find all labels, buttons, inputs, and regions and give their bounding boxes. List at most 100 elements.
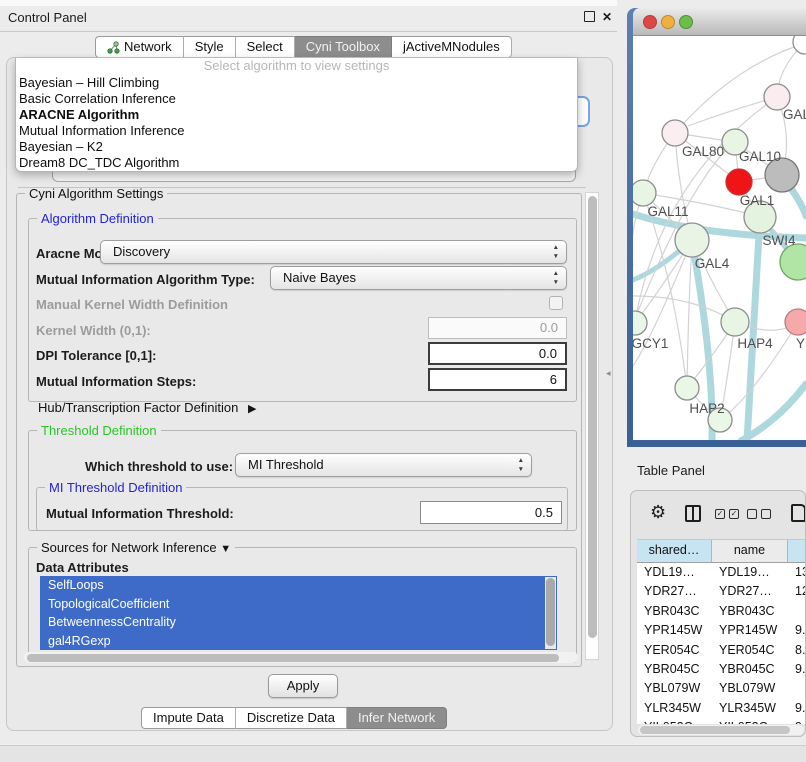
table-row[interactable]: YBR045CYBR045C9. xyxy=(637,660,806,679)
cyni-bottom-tabbar: Impute Data Discretize Data Infer Networ… xyxy=(141,707,447,729)
tab-impute-data[interactable]: Impute Data xyxy=(141,707,236,729)
which-threshold-select[interactable]: MI Threshold ▲▼ xyxy=(235,453,532,477)
algorithm-option[interactable]: Bayesian – K2 xyxy=(16,139,577,155)
minimize-traffic-icon[interactable] xyxy=(662,16,675,29)
algorithm-option[interactable]: Basic Correlation Inference xyxy=(16,91,577,107)
node-label: GAL80 xyxy=(682,144,724,159)
column-header-name[interactable]: name xyxy=(712,540,788,562)
table-row[interactable]: YIL052CYIL052C9. xyxy=(637,718,806,724)
float-window-icon[interactable] xyxy=(584,11,595,22)
table-row[interactable]: YDR27…YDR27…12 xyxy=(637,582,806,601)
node[interactable] xyxy=(793,36,806,54)
tab-network[interactable]: Network xyxy=(95,36,184,58)
manual-kernel-width-label: Manual Kernel Width Definition xyxy=(36,297,228,312)
settings-hscrollbar-thumb[interactable] xyxy=(27,654,559,662)
chevron-updown-icon: ▲▼ xyxy=(553,243,559,261)
attribute-item-selected[interactable]: BetweennessCentrality xyxy=(40,613,557,632)
mi-threshold-label: Mutual Information Threshold: xyxy=(46,506,234,521)
collapse-down-icon: ▼ xyxy=(220,543,231,555)
node-gal11[interactable] xyxy=(633,180,656,206)
attributes-scrollbar-thumb[interactable] xyxy=(546,578,555,646)
node-green[interactable] xyxy=(780,244,806,280)
node-label: SWI4 xyxy=(762,233,795,248)
deselect-all-icon[interactable] xyxy=(747,509,771,519)
node-hap2[interactable] xyxy=(675,376,699,400)
settings-scrollbar-thumb[interactable] xyxy=(588,196,597,638)
attribute-item-selected[interactable]: TopologicalCoefficient xyxy=(40,595,557,614)
table-row[interactable]: YDL19…YDL19…13 xyxy=(637,563,806,582)
table-header-row: shared… name A xyxy=(637,540,806,563)
table-row[interactable]: YBL079WYBL079W xyxy=(637,679,806,698)
tab-network-label: Network xyxy=(124,36,172,58)
panel-collapse-icon[interactable]: ◂ xyxy=(606,368,611,379)
new-column-icon[interactable] xyxy=(791,504,806,522)
algorithm-option-selected[interactable]: ARACNE Algorithm xyxy=(16,107,577,123)
manual-kernel-width-checkbox[interactable] xyxy=(549,296,563,310)
table-hscrollbar-thumb[interactable] xyxy=(640,726,790,734)
column-header-partial[interactable]: A xyxy=(788,540,806,562)
dpi-tolerance-label: DPI Tolerance [0,1]: xyxy=(36,348,156,363)
node-pink[interactable] xyxy=(785,309,806,335)
attribute-item-selected[interactable]: gal4RGexp xyxy=(40,632,557,651)
node-table: shared… name A YDL19…YDL19…13 YDR27…YDR2… xyxy=(637,539,806,724)
settings-scrollbar[interactable] xyxy=(585,192,599,660)
zoom-traffic-icon[interactable] xyxy=(680,16,693,29)
dpi-tolerance-field[interactable]: 0.0 xyxy=(428,342,567,365)
gear-icon[interactable]: ⚙ xyxy=(650,502,666,523)
sources-group-title[interactable]: Sources for Network Inference ▼ xyxy=(37,540,235,555)
tab-jactivemnodules[interactable]: jActiveMNodules xyxy=(392,36,512,58)
traffic-lights xyxy=(633,8,695,36)
close-icon[interactable]: ✕ xyxy=(602,10,612,24)
tab-infer-network[interactable]: Infer Network xyxy=(347,707,447,729)
node-gal80[interactable] xyxy=(662,120,688,146)
algorithm-option[interactable]: Dream8 DC_TDC Algorithm xyxy=(16,155,577,171)
node-gal4[interactable] xyxy=(675,223,709,257)
table-hscrollbar[interactable] xyxy=(638,725,804,735)
algorithm-option[interactable]: Mutual Information Inference xyxy=(16,123,577,139)
mi-threshold-field[interactable]: 0.5 xyxy=(420,501,562,524)
tab-select[interactable]: Select xyxy=(236,36,295,58)
node-gcy1[interactable] xyxy=(633,311,647,335)
network-canvas[interactable]: GAL GAL80 GAL10 GAL1 GAL11 SWI4 GAL4 GCY… xyxy=(633,36,806,440)
table-row[interactable]: YBR043CYBR043C xyxy=(637,602,806,621)
node-label: GCY1 xyxy=(633,336,668,351)
kernel-width-label: Kernel Width (0,1): xyxy=(36,323,151,338)
tab-cyni-toolbox[interactable]: Cyni Toolbox xyxy=(295,36,392,58)
attributes-scrollbar[interactable] xyxy=(545,577,556,649)
select-all-icon[interactable]: ✓✓ xyxy=(715,509,739,519)
network-window-titlebar[interactable] xyxy=(633,8,806,36)
hub-definition-toggle[interactable]: Hub/Transcription Factor Definition ▶ xyxy=(38,400,256,415)
table-row[interactable]: YER054CYER054C8. xyxy=(637,641,806,660)
mi-steps-label: Mutual Information Steps: xyxy=(36,374,196,389)
expand-right-icon: ▶ xyxy=(248,402,256,415)
node-label: HAP2 xyxy=(689,401,724,416)
table-panel-window: ⚙ ✓✓ shared… name A YDL19…YDL19…13 YDR27… xyxy=(630,490,806,737)
column-header-shared[interactable]: shared… xyxy=(637,540,712,562)
network-graph: GAL GAL80 GAL10 GAL1 GAL11 SWI4 GAL4 GCY… xyxy=(633,36,806,440)
attribute-item-selected[interactable]: SelfLoops xyxy=(40,576,557,595)
node-label: GAL xyxy=(783,107,806,122)
settings-group-title: Cyni Algorithm Settings xyxy=(25,186,167,201)
kernel-width-field[interactable]: 0.0 xyxy=(428,317,567,339)
close-traffic-icon[interactable] xyxy=(644,16,657,29)
algorithm-definition-title: Algorithm Definition xyxy=(37,211,158,226)
algorithm-option[interactable]: Bayesian – Hill Climbing xyxy=(16,75,577,91)
mi-algorithm-type-select[interactable]: Naive Bayes ▲▼ xyxy=(270,266,567,290)
application-root: Control Panel ✕ Network Style Select Cyn… xyxy=(0,0,806,762)
aracne-mode-select[interactable]: Discovery ▲▼ xyxy=(100,240,567,264)
threshold-definition-title: Threshold Definition xyxy=(37,423,161,438)
node-hap4[interactable] xyxy=(721,308,749,336)
apply-button[interactable]: Apply xyxy=(268,674,338,698)
settings-hscrollbar[interactable] xyxy=(24,652,578,663)
split-panel-icon[interactable] xyxy=(685,505,701,522)
chevron-updown-icon: ▲▼ xyxy=(518,456,524,474)
chevron-updown-icon: ▲▼ xyxy=(553,269,559,287)
node-gal1-selected[interactable] xyxy=(726,169,752,195)
table-row[interactable]: YLR345WYLR345W9. xyxy=(637,699,806,718)
tab-discretize-data[interactable]: Discretize Data xyxy=(236,707,347,729)
table-row[interactable]: YPR145WYPR145W9. xyxy=(637,621,806,640)
tab-style[interactable]: Style xyxy=(184,36,236,58)
mi-steps-field[interactable]: 6 xyxy=(428,368,567,391)
data-attributes-list: SelfLoops TopologicalCoefficient Between… xyxy=(40,576,557,650)
algorithm-dropdown-list: Select algorithm to view settings Bayesi… xyxy=(15,58,578,172)
